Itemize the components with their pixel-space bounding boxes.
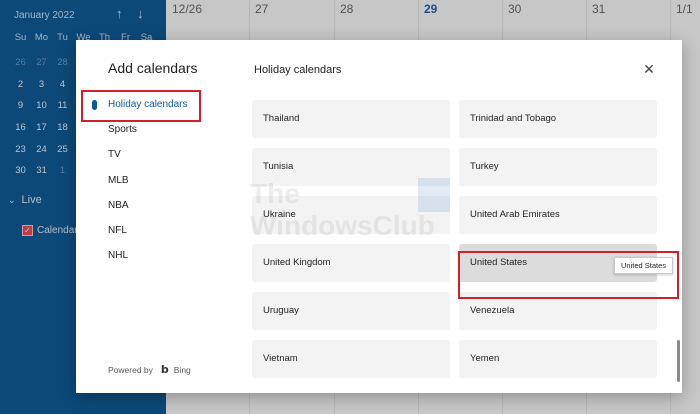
country-tile[interactable]: Yemen [459,340,657,378]
nav-item-nhl[interactable]: NHL [76,243,226,268]
holiday-calendar-list[interactable]: Thailand Trinidad and Tobago Tunisia Turkey… [246,94,682,393]
dialog-title: Add calendars [108,60,198,76]
country-tile[interactable]: Thailand [252,100,450,138]
country-tile[interactable]: Uruguay [252,292,450,330]
nav-item-label: NFL [108,224,127,236]
highlight-box-nav [81,90,201,122]
powered-by-bing: Powered by b Bing [108,363,191,376]
powered-by-brand: Bing [173,364,191,375]
nav-item-label: NBA [108,199,129,211]
nav-item-label: TV [108,149,121,161]
close-icon[interactable]: ✕ [642,62,656,76]
scrollbar-thumb[interactable] [677,340,680,382]
powered-by-label: Powered by [108,364,153,375]
nav-item-label: MLB [108,174,129,186]
nav-item-nba[interactable]: NBA [76,193,226,218]
watermark-logo [418,178,450,212]
bing-logo-icon: b [160,363,169,376]
section-title: Holiday calendars [254,64,342,76]
country-tile[interactable]: Trinidad and Tobago [459,100,657,138]
country-tile[interactable]: Turkey [459,148,657,186]
country-tile[interactable]: Vietnam [252,340,450,378]
nav-item-mlb[interactable]: MLB [76,168,226,193]
nav-item-tv[interactable]: TV [76,142,226,167]
country-tile[interactable]: United Arab Emirates [459,196,657,234]
nav-item-label: NHL [108,250,129,262]
country-tile[interactable]: United Kingdom [252,244,450,282]
highlight-box-united-states [458,251,679,299]
nav-item-label: Sports [108,124,137,136]
nav-item-nfl[interactable]: NFL [76,218,226,243]
